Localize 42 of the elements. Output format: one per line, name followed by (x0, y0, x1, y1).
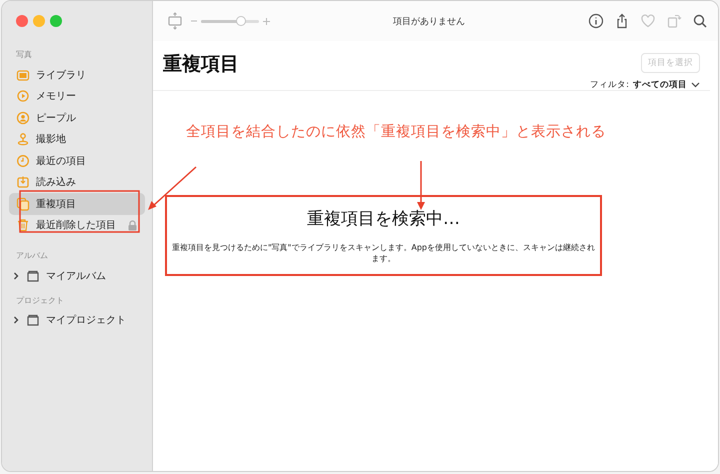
zoom-slider[interactable] (201, 15, 259, 27)
chevron-down-icon (691, 82, 700, 88)
sidebar-item[interactable]: ライブラリ (9, 64, 145, 86)
filter-menu[interactable]: フィルタ: すべての項目 (590, 79, 700, 91)
library-icon (16, 68, 30, 82)
sidebar-item[interactable]: 最近の項目 (9, 150, 145, 172)
aspect-toggle-icon[interactable] (167, 12, 183, 30)
sidebar-item[interactable]: ピープル (9, 107, 145, 128)
plus-icon (263, 18, 270, 24)
slider-thumb[interactable] (236, 16, 246, 26)
sidebar-item[interactable]: 重複項目 (9, 193, 145, 214)
trash-icon (16, 218, 30, 232)
sidebar-item[interactable]: メモリー (9, 86, 145, 107)
chevron-right-icon[interactable] (12, 316, 20, 324)
section-header: プロジェクト (15, 294, 65, 306)
chevron-right-icon[interactable] (12, 272, 20, 280)
empty-state-message: 重複項目を見つけるために"写真"でライブラリをスキャンします。Appを使用していないときに、スキャンは継続されます。 (171, 242, 596, 264)
clock-icon (16, 154, 30, 168)
sidebar-item[interactable]: 読み込み (9, 172, 145, 193)
memories-icon (16, 89, 30, 104)
person-icon (16, 110, 30, 125)
empty-state-heading: 重複項目を検索中… (307, 208, 460, 230)
section-header: 写真 (15, 49, 33, 60)
annotation-text: 全項目を結合したのに依然「重複項目を検索中」と表示される (186, 123, 607, 141)
sidebar-item[interactable]: 最近削除した項目 (9, 214, 145, 236)
status-text: 項目がありません (392, 16, 466, 28)
close-button[interactable] (16, 15, 28, 27)
zoom-button[interactable] (50, 15, 62, 27)
folder-icon (26, 313, 40, 328)
sidebar-item[interactable]: マイプロジェクト (9, 310, 145, 331)
page-title: 重複項目 (163, 52, 239, 77)
map-pin-icon (16, 132, 30, 146)
folder-icon (26, 268, 40, 283)
sidebar-item[interactable]: マイアルバム (9, 265, 145, 286)
import-icon (16, 175, 30, 190)
duplicate-icon (16, 196, 30, 211)
minimize-button[interactable] (33, 15, 45, 27)
info-icon[interactable] (588, 13, 604, 29)
search-icon[interactable] (692, 13, 708, 29)
section-header: アルバム (15, 250, 49, 261)
sidebar-item[interactable]: 撮影地 (9, 128, 145, 150)
minus-icon (191, 18, 197, 24)
